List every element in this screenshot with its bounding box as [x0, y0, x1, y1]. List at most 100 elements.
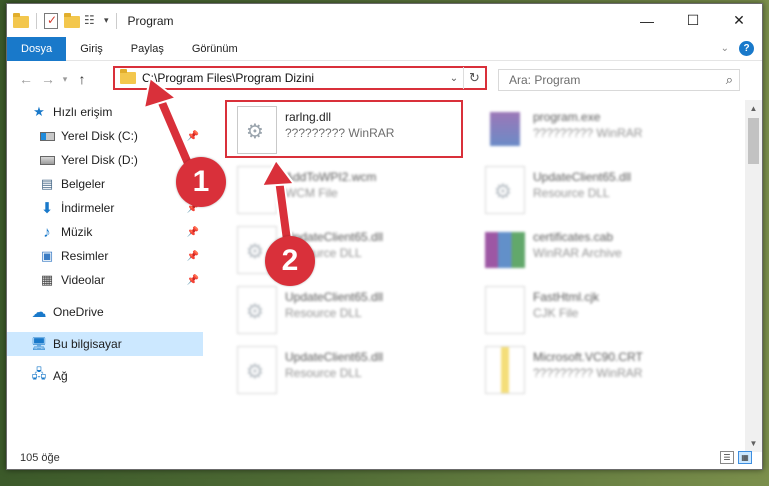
sidebar-item-local-disk-c[interactable]: Yerel Disk (C:) 📌 — [7, 124, 203, 148]
pin-icon[interactable]: 📌 — [187, 131, 199, 142]
file-icon — [237, 166, 277, 214]
sidebar-item-pictures[interactable]: ▣ Resimler 📌 — [7, 244, 203, 268]
sidebar-item-documents[interactable]: ▤ Belgeler — [7, 172, 203, 196]
archive-file-icon — [485, 232, 525, 268]
sidebar-item-label: Belgeler — [61, 177, 106, 191]
star-icon: ★ — [33, 104, 45, 119]
file-icon — [485, 286, 525, 334]
up-arrow-icon[interactable]: ↑ — [71, 71, 93, 87]
file-name: UpdateClient65.dll — [285, 290, 384, 304]
file-type: Resource DLL — [285, 306, 362, 320]
maximize-button[interactable]: ☐ — [670, 4, 716, 37]
item-count: 105 öğe — [20, 452, 60, 464]
sidebar-item-quick-access[interactable]: ★ Hızlı erişim — [7, 100, 203, 124]
file-item-updateclient65[interactable]: UpdateClient65.dll Resource DLL — [231, 284, 471, 344]
ribbon-right-controls: ⌄ ? — [721, 41, 754, 56]
music-icon: ♪ — [43, 223, 51, 241]
refresh-icon[interactable]: ↻ — [463, 67, 485, 89]
sidebar-item-music[interactable]: ♪ Müzik 📌 — [7, 220, 203, 244]
minimize-button[interactable]: — — [624, 4, 670, 37]
dll-file-icon — [237, 106, 277, 154]
file-type: Resource DLL — [285, 366, 362, 380]
address-bar[interactable]: C:\Program Files\Program Dizini ⌄ ↻ — [113, 66, 487, 90]
explorer-window: ☷ ▾ Program — ☐ ✕ Dosya Giriş Paylaş Gör… — [6, 3, 763, 470]
address-path[interactable]: C:\Program Files\Program Dizini — [142, 71, 445, 85]
sidebar-item-label: Resimler — [61, 249, 109, 263]
tiles-view-icon[interactable]: ▦ — [738, 451, 752, 464]
sidebar-item-label: Videolar — [61, 273, 105, 287]
file-item-updateclient65[interactable]: UpdateClient65.dll Resource DLL — [479, 164, 719, 224]
pin-icon[interactable]: 📌 — [187, 275, 199, 286]
sidebar-item-this-pc[interactable]: 🖥 Bu bilgisayar — [7, 332, 203, 356]
pin-icon[interactable]: 📌 — [187, 227, 199, 238]
view-switcher: ☰ ▦ — [720, 451, 752, 464]
file-item-addtowpi2[interactable]: AddToWPI2.wcm WCM File — [231, 164, 471, 224]
expand-ribbon-icon[interactable]: ⌄ — [721, 43, 729, 54]
file-name: AddToWPI2.wcm — [285, 170, 377, 184]
file-type: ????????? WinRAR — [285, 126, 395, 140]
properties-icon[interactable] — [44, 12, 60, 29]
file-type: CJK File — [533, 306, 579, 320]
search-input[interactable]: Ara: Program ⌕ — [498, 69, 740, 91]
sidebar-item-network[interactable]: 🖧 Ağ — [7, 364, 203, 388]
disk-icon — [39, 152, 55, 168]
tab-paylas[interactable]: Paylaş — [117, 37, 178, 61]
forward-arrow-icon[interactable]: → — [37, 71, 59, 87]
view-options-icon[interactable]: ☷ — [84, 13, 100, 29]
file-type: ????????? WinRAR — [533, 126, 643, 140]
toolbar-divider — [115, 12, 117, 29]
file-name: UpdateClient65.dll — [285, 350, 384, 364]
file-type: WinRAR Archive — [533, 246, 622, 260]
dll-file-icon — [237, 286, 277, 334]
help-icon[interactable]: ? — [739, 41, 754, 56]
sidebar-item-videos[interactable]: ▦ Videolar 📌 — [7, 268, 203, 292]
sidebar-item-label: Bu bilgisayar — [53, 337, 122, 351]
file-item-program[interactable]: program.exe ????????? WinRAR — [479, 104, 719, 164]
file-item-rarlng[interactable]: rarlng.dll ????????? WinRAR — [231, 104, 471, 164]
folder-icon — [13, 12, 29, 29]
details-view-icon[interactable]: ☰ — [720, 451, 734, 464]
network-icon: 🖧 — [31, 366, 47, 381]
disk-icon — [39, 128, 55, 144]
scroll-thumb[interactable] — [748, 118, 759, 164]
window-title: Program — [127, 13, 174, 28]
folder-icon — [120, 69, 136, 84]
file-name: UpdateClient65.dll — [533, 170, 632, 184]
title-bar: ☷ ▾ Program — ☐ ✕ — [7, 4, 762, 37]
file-name: certificates.cab — [533, 230, 614, 244]
pin-icon[interactable]: 📌 — [187, 251, 199, 262]
sidebar-item-label: Yerel Disk (D:) — [61, 153, 138, 167]
download-icon: ⬇ — [40, 200, 54, 217]
back-arrow-icon[interactable]: ← — [15, 71, 37, 87]
sidebar-item-label: Hızlı erişim — [53, 105, 113, 119]
document-icon: ▤ — [40, 176, 54, 191]
sidebar-item-onedrive[interactable]: ☁ OneDrive — [7, 300, 203, 324]
file-item-microsoft-vc90-crt[interactable]: Microsoft.VC90.CRT ????????? WinRAR — [479, 344, 719, 404]
exe-file-icon — [490, 112, 520, 146]
search-icon[interactable]: ⌕ — [726, 72, 733, 88]
scroll-up-icon[interactable]: ▲ — [745, 100, 762, 117]
cloud-icon: ☁ — [31, 304, 47, 321]
vertical-scrollbar[interactable]: ▲ ▼ — [745, 100, 762, 452]
window-controls: — ☐ ✕ — [624, 4, 762, 37]
file-name: program.exe — [533, 110, 601, 124]
tab-giris[interactable]: Giriş — [66, 37, 117, 61]
new-folder-icon[interactable] — [64, 12, 80, 29]
customize-toolbar-icon[interactable]: ▾ — [104, 15, 109, 26]
file-item-fasthtml[interactable]: FastHtml.cjk CJK File — [479, 284, 719, 344]
sidebar-item-label: Müzik — [61, 225, 93, 239]
file-item-certificates[interactable]: certificates.cab WinRAR Archive — [479, 224, 719, 284]
address-dropdown-icon[interactable]: ⌄ — [445, 73, 463, 84]
tab-dosya[interactable]: Dosya — [7, 36, 67, 61]
sidebar-item-downloads[interactable]: ⬇ İndirmeler 📌 — [7, 196, 203, 220]
step-badge-1: 1 — [176, 157, 226, 207]
zip-file-icon — [485, 346, 525, 394]
tab-gorunum[interactable]: Görünüm — [178, 37, 252, 61]
recent-locations-icon[interactable]: ▾ — [59, 74, 71, 85]
sidebar-item-local-disk-d[interactable]: Yerel Disk (D:) — [7, 148, 203, 172]
close-button[interactable]: ✕ — [716, 4, 762, 37]
dll-file-icon — [485, 166, 525, 214]
file-item-updateclient65[interactable]: UpdateClient65.dll Resource DLL — [231, 344, 471, 404]
computer-icon: 🖥 — [30, 336, 48, 351]
file-type: Resource DLL — [533, 186, 610, 200]
